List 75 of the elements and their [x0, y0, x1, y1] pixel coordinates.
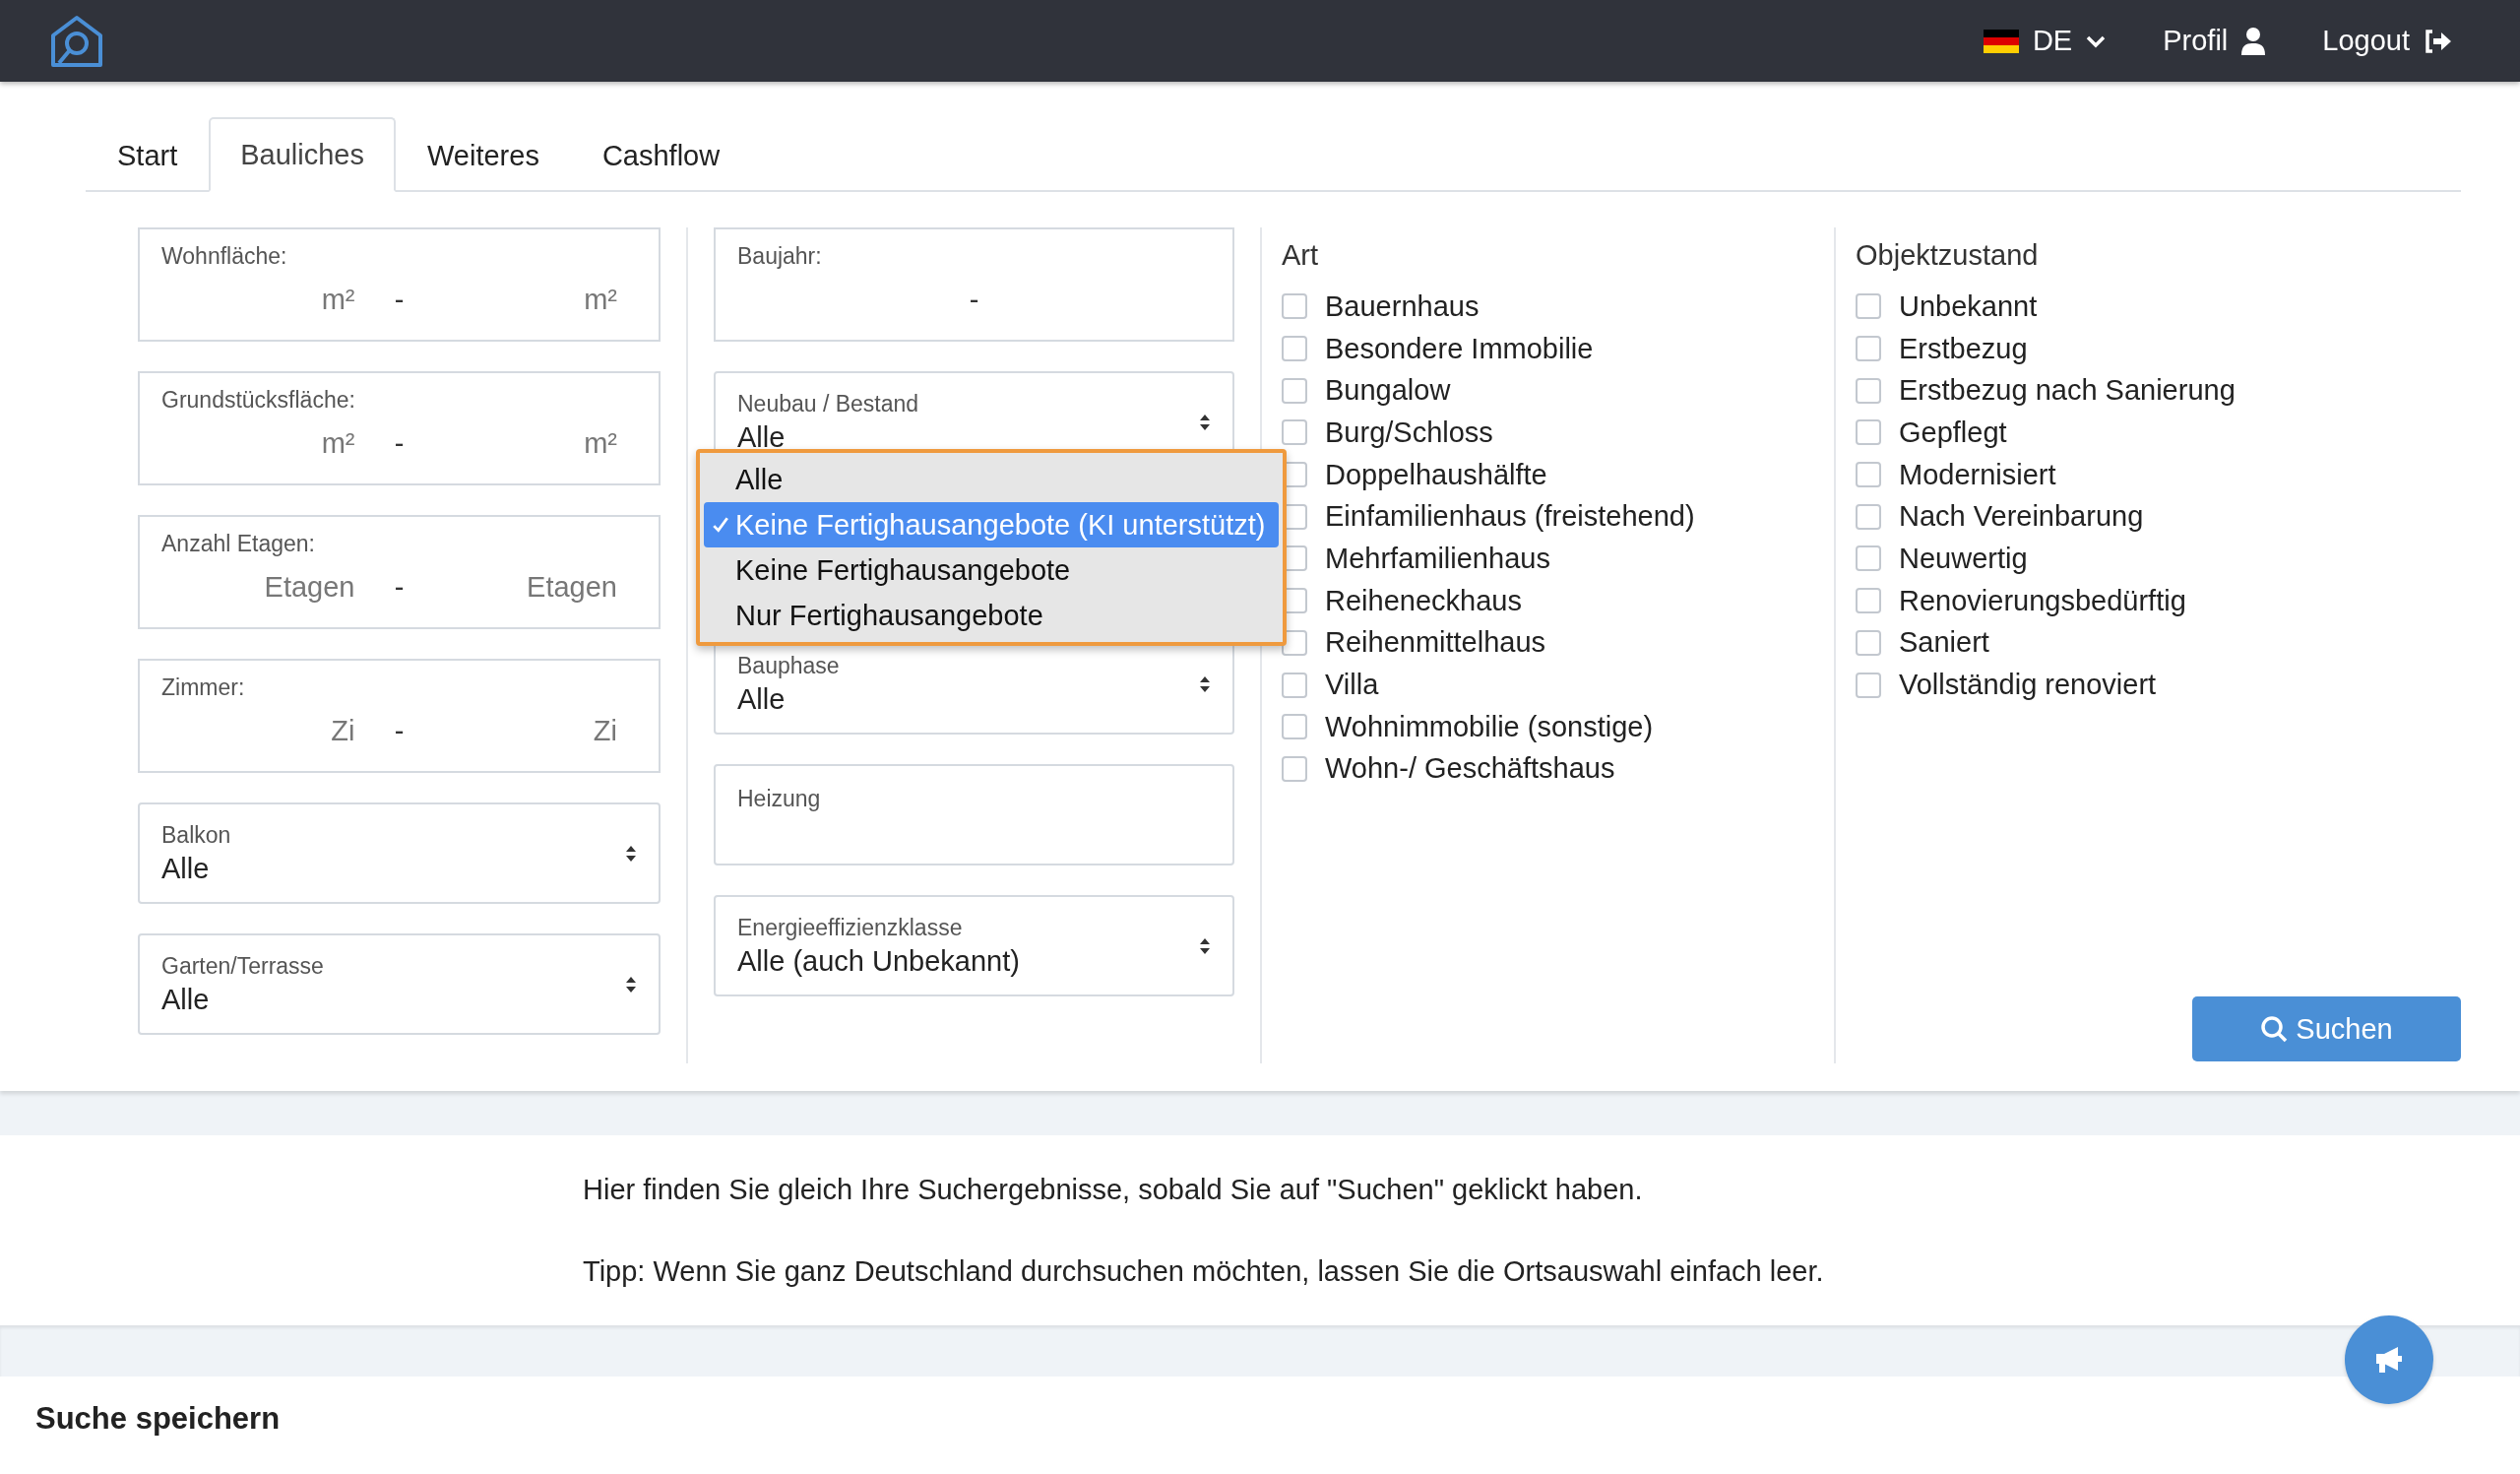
checkbox[interactable] [1856, 588, 1881, 614]
checkbox-label: Unbekannt [1899, 289, 2038, 323]
search-icon [2260, 1015, 2289, 1043]
checkbox-label: Einfamilienhaus (freistehend) [1325, 500, 1695, 534]
range-field[interactable]: Baujahr: - [714, 227, 1234, 342]
megaphone-icon [2374, 1346, 2404, 1374]
checkbox[interactable] [1282, 714, 1307, 740]
checkbox[interactable] [1282, 755, 1307, 782]
checkbox-label: Bungalow [1325, 374, 1451, 408]
tab[interactable]: Cashflow [570, 117, 752, 192]
checkbox-label: Nach Vereinbarung [1899, 500, 2144, 534]
check-icon [712, 516, 729, 534]
select-arrows-icon [625, 844, 637, 863]
checkbox-label: Vollständig renoviert [1899, 669, 2157, 702]
group-title: Objektzustand [1856, 239, 2040, 272]
checkbox[interactable] [1856, 629, 1881, 656]
checkbox[interactable] [1282, 377, 1307, 404]
checkbox[interactable] [1282, 672, 1307, 698]
select-field[interactable]: Balkon Alle [138, 802, 661, 904]
checkbox-label: Wohn-/ Geschäftshaus [1325, 752, 1615, 786]
checkbox[interactable] [1282, 419, 1307, 446]
select-arrows-icon [1199, 674, 1211, 693]
checkbox-label: Renovierungsbedürftig [1899, 584, 2186, 617]
checkbox[interactable] [1282, 293, 1307, 320]
range-field[interactable]: Zimmer: Zi - Zi [138, 659, 661, 773]
feedback-button[interactable] [2345, 1315, 2433, 1404]
checkbox-label: Reiheneckhaus [1325, 584, 1522, 617]
checkbox-label: Saniert [1899, 626, 1989, 660]
checkbox-label: Doppelhaushälfte [1325, 458, 1547, 491]
checkbox[interactable] [1856, 293, 1881, 320]
checkbox-label: Burg/Schloss [1325, 416, 1493, 449]
checkbox-label: Villa [1325, 669, 1379, 702]
checkbox-label: Wohnimmobilie (sonstige) [1325, 710, 1654, 743]
checkbox-label: Neuwertig [1899, 542, 2028, 575]
checkbox[interactable] [1282, 336, 1307, 362]
checkbox[interactable] [1856, 503, 1881, 530]
checkbox[interactable] [1856, 545, 1881, 572]
select-arrows-icon [1199, 413, 1211, 431]
flag-icon [1983, 29, 2019, 53]
range-field[interactable]: Wohnfläche: m² - m² [138, 227, 661, 342]
select-arrows-icon [1199, 936, 1211, 955]
profile-link[interactable]: Profil [2163, 25, 2266, 57]
select-field[interactable]: Garten/Terrasse Alle [138, 933, 661, 1035]
checkbox[interactable] [1856, 462, 1881, 488]
select-arrows-icon [625, 975, 637, 993]
checkbox-label: Reihenmittelhaus [1325, 626, 1546, 660]
tab[interactable]: Weiteres [396, 117, 571, 192]
range-field[interactable]: Grundstücksfläche: m² - m² [138, 371, 661, 485]
group-title: Art [1282, 239, 1320, 272]
language-menu[interactable]: DE [1983, 25, 2107, 57]
info-text: Tipp: Wenn Sie ganz Deutschland durchsuchen möchten, lassen Sie die Ortsauswahl einfach leer. [583, 1254, 1825, 1288]
checkbox-label: Bauernhaus [1325, 289, 1480, 323]
tab[interactable]: Start [86, 117, 210, 192]
user-icon [2241, 27, 2266, 55]
dropdown-option[interactable]: Keine Fertighausangebote [704, 547, 1279, 593]
house-magnifier-icon[interactable] [49, 13, 104, 69]
section-title: Suche speichern [35, 1401, 282, 1437]
checkbox-label: Besondere Immobilie [1325, 332, 1594, 365]
logout-icon [2424, 28, 2453, 54]
range-field[interactable]: Anzahl Etagen: Etagen - Etagen [138, 515, 661, 629]
checkbox-label: Gepflegt [1899, 416, 2007, 449]
checkbox[interactable] [1856, 377, 1881, 404]
select-field[interactable]: Energieeffizienzklasse Alle (auch Unbekannt) [714, 895, 1234, 996]
chevron-down-icon [2086, 33, 2107, 48]
checkbox-label: Erstbezug nach Sanierung [1899, 374, 2236, 408]
info-text: Hier finden Sie gleich Ihre Suchergebnisse, sobald Sie auf "Suchen" geklickt haben. [583, 1173, 1644, 1206]
logout-link[interactable]: Logout [2322, 25, 2453, 57]
checkbox[interactable] [1856, 419, 1881, 446]
checkbox[interactable] [1856, 672, 1881, 698]
checkbox-label: Erstbezug [1899, 332, 2028, 365]
tab[interactable]: Bauliches [209, 117, 396, 192]
checkbox-label: Modernisiert [1899, 458, 2056, 491]
text-field[interactable]: Heizung [714, 764, 1234, 865]
checkbox[interactable] [1856, 336, 1881, 362]
checkbox-label: Mehrfamilienhaus [1325, 542, 1550, 575]
